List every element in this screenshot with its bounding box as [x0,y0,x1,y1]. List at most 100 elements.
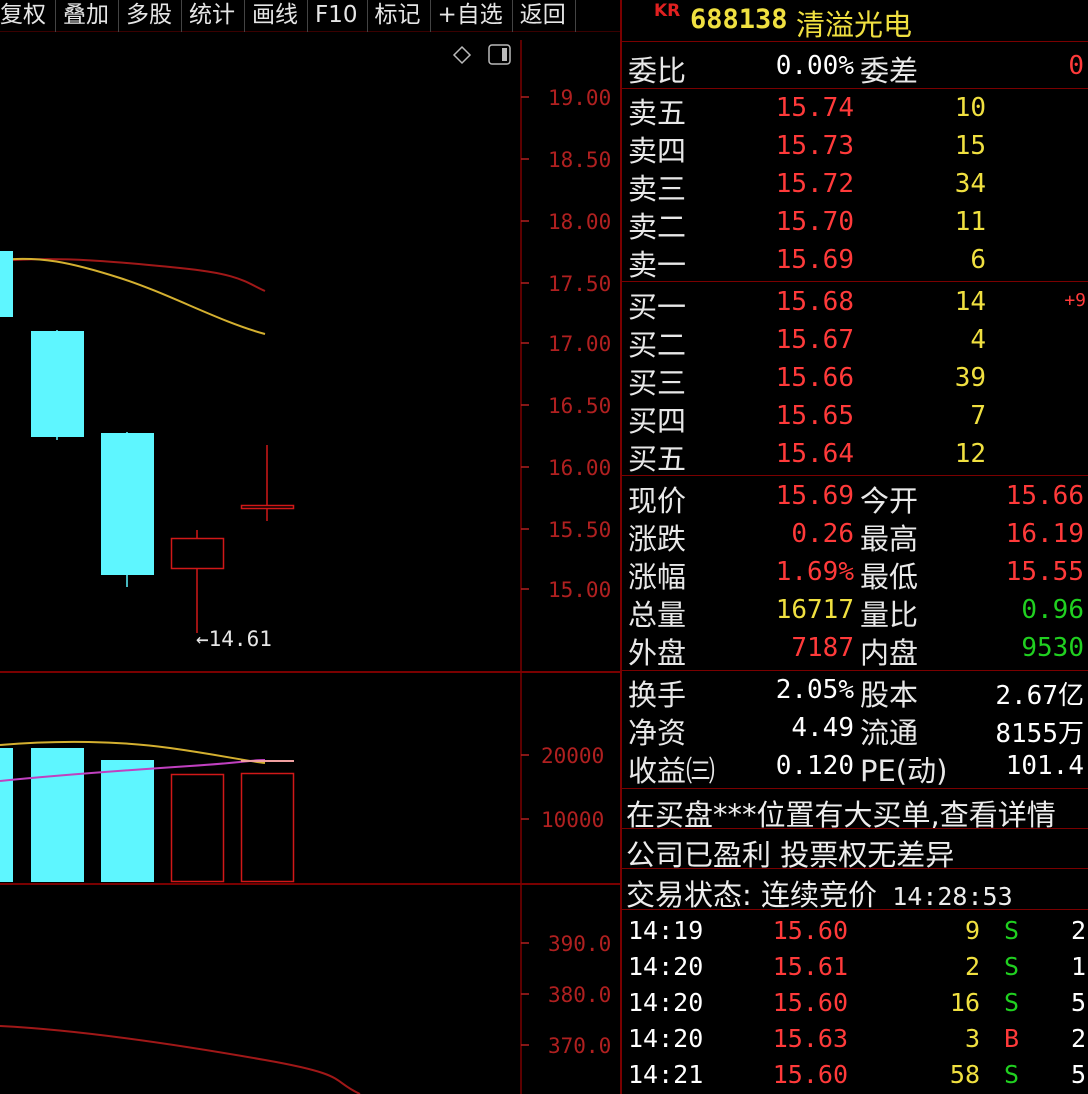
tick-time: 14:21 [628,1060,704,1089]
ask-volume: 15 [954,131,986,161]
tick-price: 15.63 [772,1024,848,1053]
quote-label: 今开 [860,484,919,518]
bid-row[interactable]: 买三 15.66 39 [622,360,1088,400]
price-tick-label: 15.50 [548,518,611,542]
toolbar-overlay-button[interactable]: 叠加 [56,0,119,32]
ask-row[interactable]: 卖二 15.70 11 [622,204,1088,244]
candle [240,445,295,521]
candle [170,530,225,633]
low-price: 15.55 [1005,557,1084,587]
weicha-value: 0 [1068,51,1084,81]
tick-row: 14:20 15.60 16 S 5 [622,986,1088,1022]
ask-row[interactable]: 卖四 15.73 15 [622,128,1088,168]
volume-bar [101,760,154,882]
low-price-marker: ←14.61 [196,627,272,651]
bid-volume: 14 [954,287,986,317]
kline-chart[interactable]: 19.00 18.50 18.00 17.50 17.00 16.50 16.0… [0,32,620,1094]
bid-label: 买四 [628,404,687,438]
tick-side: S [1004,988,1020,1017]
fundamental-label: 股本 [860,678,919,712]
bid-change: +9 [1064,290,1086,311]
price-axis: 19.00 18.50 18.00 17.50 17.00 16.50 16.0… [521,86,611,602]
tick-volume: 3 [964,1024,980,1053]
bid-price: 15.66 [775,363,854,393]
ask-row[interactable]: 卖一 15.69 6 [622,242,1088,282]
trading-status: 交易状态: 连续竞价 14:28:53 [626,872,1013,914]
ask-label: 卖五 [628,96,687,130]
net-assets-value: 4.49 [791,713,854,743]
price-tick-label: 18.50 [548,148,611,172]
fundamental-label: 收益㈢ [628,754,716,788]
tick-count: 5 [1070,988,1086,1017]
tick-price: 15.60 [772,1060,848,1089]
ask-volume: 10 [954,93,986,123]
turnover-value: 2.05% [775,675,854,705]
tick-price: 15.60 [772,916,848,945]
toolbar-draw-line-button[interactable]: 画线 [245,0,308,32]
price-change: 0.26 [791,519,854,549]
volume-bar [0,748,13,882]
bid-row[interactable]: 买二 15.67 4 [622,322,1088,362]
bid-row[interactable]: 买四 15.65 7 [622,398,1088,438]
fundamental-label: 换手 [628,678,687,712]
toolbar-add-watchlist-button[interactable]: +自选 [431,0,513,32]
volume-bar [170,773,225,883]
volume-tick-label: 10000 [541,808,604,832]
ask-label: 卖三 [628,172,687,206]
tick-price: 15.60 [772,988,848,1017]
ask-row[interactable]: 卖三 15.72 34 [622,166,1088,206]
bid-label: 买二 [628,328,687,362]
quote-row: 现价 15.69 今开 15.66 [622,478,1088,518]
indicator-tick-label: 390.0 [548,932,611,956]
current-price: 15.69 [775,481,854,511]
ask-price: 15.73 [775,131,854,161]
tick-side: S [1004,916,1020,945]
toolbar-multi-stock-button[interactable]: 多股 [119,0,182,32]
tick-time: 14:20 [628,1024,704,1053]
tick-side: S [1004,1060,1020,1089]
change-percent: 1.69% [775,557,854,587]
quote-row: 外盘 7187 内盘 9530 [622,630,1088,670]
fundamental-label: 净资 [628,716,687,750]
share-capital-value: 2.67亿 [995,681,1084,711]
ask-volume: 11 [954,207,986,237]
toolbar-mark-button[interactable]: 标记 [368,0,431,32]
volume-axis: 20000 10000 [521,744,604,832]
stock-header[interactable]: KR 688138 清溢光电 [622,0,1088,42]
ask-price: 15.72 [775,169,854,199]
toolbar-back-button[interactable]: 返回 [513,0,576,32]
diamond-icon[interactable] [452,45,472,65]
quote-row: 涨跌 0.26 最高 16.19 [622,516,1088,556]
quote-label: 外盘 [628,636,687,670]
tick-count: 2 [1070,1024,1086,1053]
candle [0,251,13,317]
tick-side: S [1004,952,1020,981]
ask-row[interactable]: 卖五 15.74 10 [622,90,1088,130]
tick-volume: 9 [964,916,980,945]
tick-volume: 58 [949,1060,980,1089]
kline-chart-canvas[interactable]: 19.00 18.50 18.00 17.50 17.00 16.50 16.0… [0,32,620,1094]
bid-label: 买三 [628,366,687,400]
quote-row: 涨幅 1.69% 最低 15.55 [622,554,1088,594]
indicator-axis: 390.0 380.0 370.0 [521,932,611,1058]
square-window-icon[interactable] [488,44,511,65]
ask-price: 15.74 [775,93,854,123]
float-shares-value: 8155万 [995,719,1084,749]
toolbar-f10-button[interactable]: F10 [308,0,368,32]
ask-price: 15.70 [775,207,854,237]
toolbar-statistics-button[interactable]: 统计 [182,0,245,32]
quote-row: 总量 16717 量比 0.96 [622,592,1088,632]
bid-volume: 12 [954,439,986,469]
bid-row[interactable]: 买一 15.68 14 +9 [622,284,1088,324]
bid-price: 15.67 [775,325,854,355]
outer-volume: 7187 [791,633,854,663]
price-tick-label: 18.00 [548,210,611,234]
chart-toolbar: 复权 叠加 多股 统计 画线 F10 标记 +自选 返回 [0,0,620,32]
ma-line-fast [0,257,266,335]
tick-side: B [1004,1024,1020,1053]
tick-count: 5 [1070,1060,1086,1089]
pe-value: 101.4 [1005,751,1084,781]
toolbar-fuquan-button[interactable]: 复权 [0,0,56,32]
fundamental-label: PE(动) [860,754,948,788]
bid-row[interactable]: 买五 15.64 12 [622,436,1088,476]
